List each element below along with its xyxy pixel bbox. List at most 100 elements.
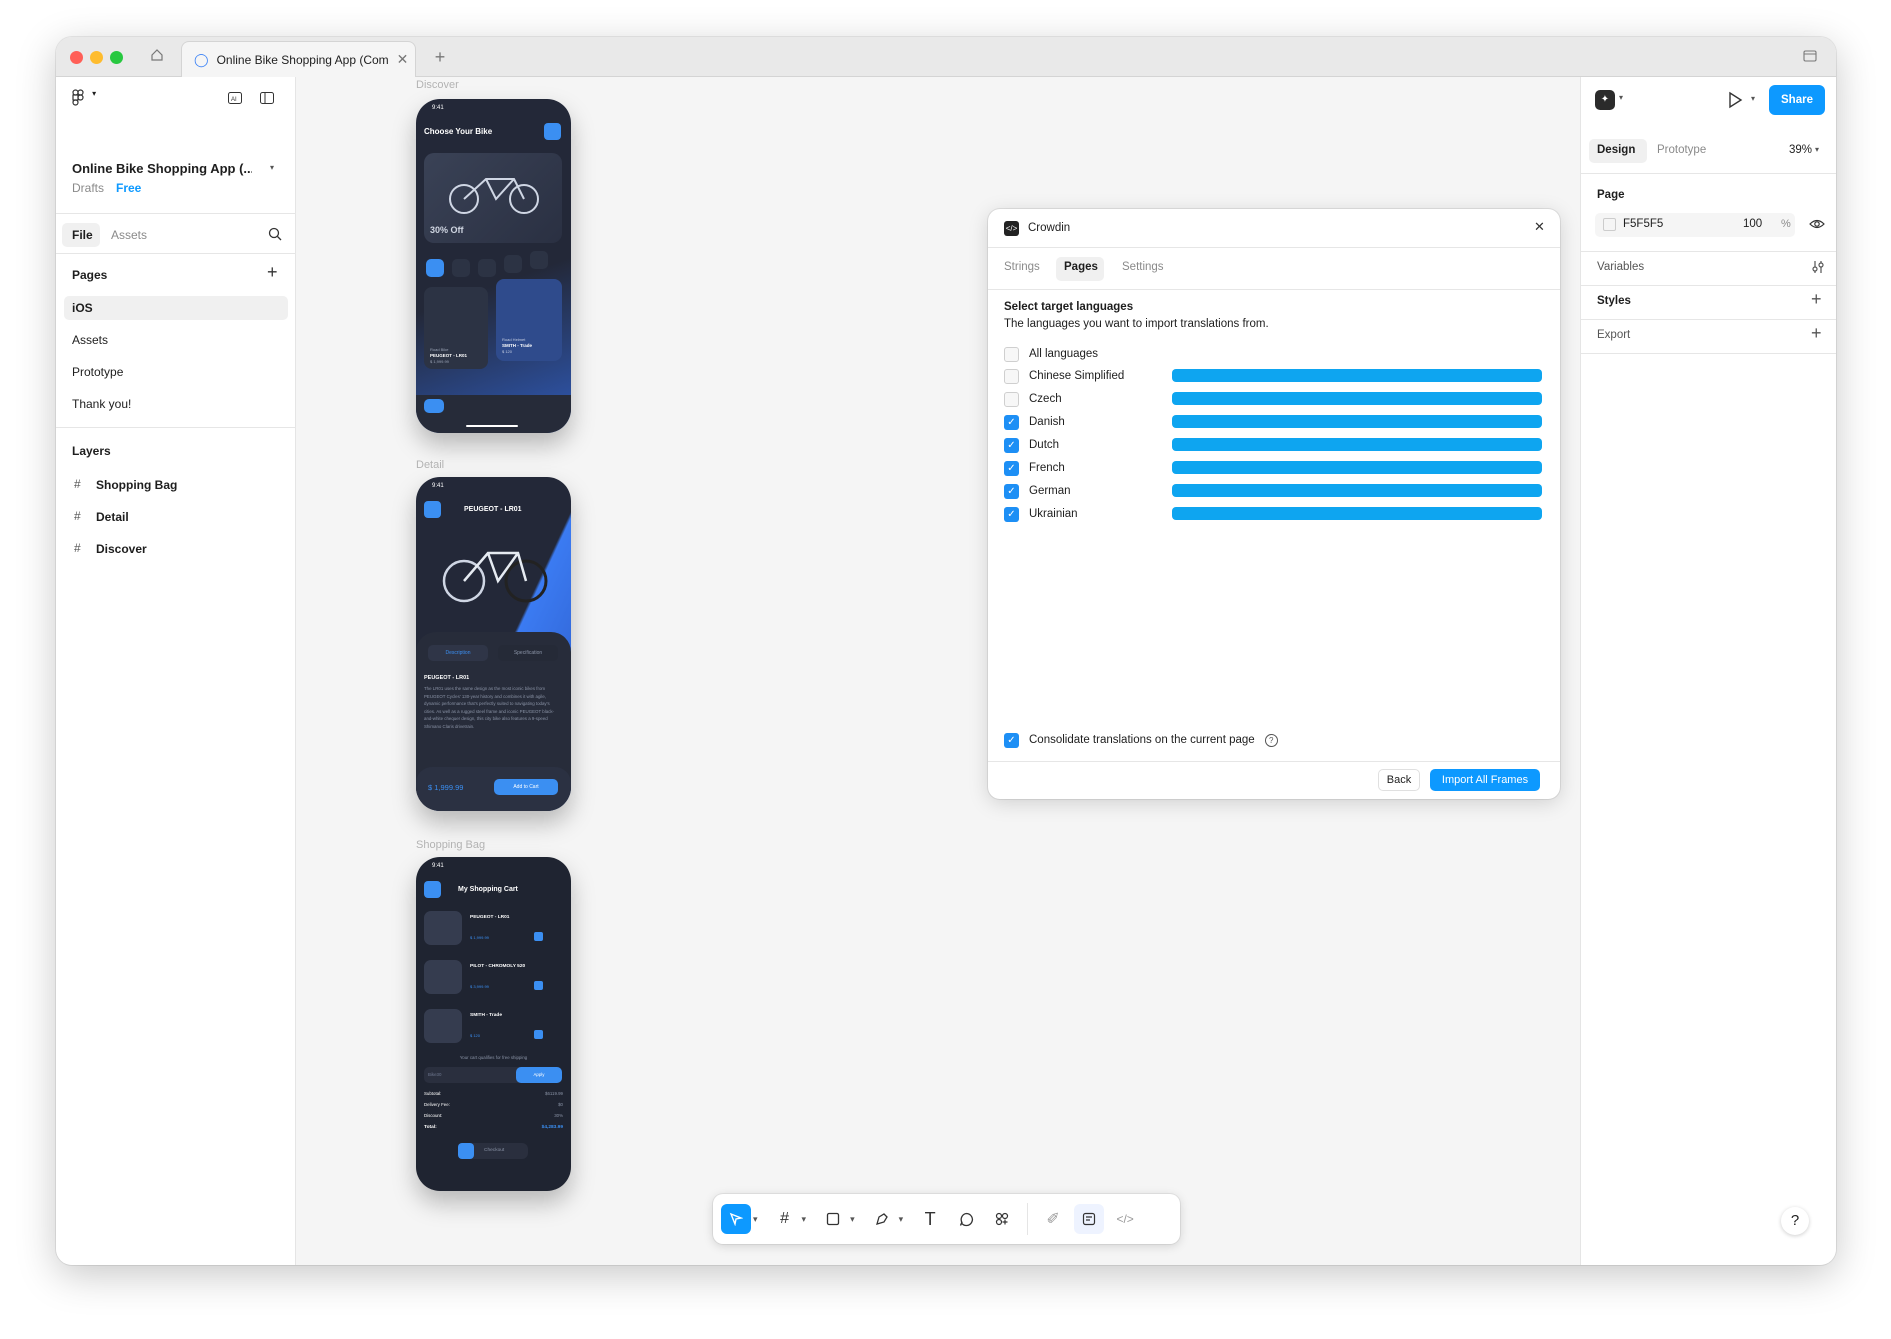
text-tool-icon[interactable]: T	[915, 1204, 945, 1234]
tab-assets[interactable]: Assets	[111, 228, 147, 242]
chevron-down-icon[interactable]: ▾	[1815, 145, 1819, 154]
design-mode-icon[interactable]	[1074, 1204, 1105, 1234]
layer-discover[interactable]: Discover	[96, 542, 147, 556]
tab-file[interactable]: File	[72, 228, 93, 242]
tab-design[interactable]: Design	[1597, 144, 1635, 156]
language-row[interactable]: ✓ German	[1004, 482, 1071, 500]
ai-icon[interactable]: AI	[228, 91, 242, 109]
cart-item-price: $ 1,999.99	[470, 935, 489, 940]
detail-price: $ 1,999.99	[428, 783, 464, 792]
zoom-level[interactable]: 39%	[1789, 144, 1812, 156]
language-row[interactable]: Chinese Simplified	[1004, 367, 1124, 385]
add-page-icon[interactable]: +	[267, 262, 278, 283]
chevron-down-icon[interactable]: ▾	[899, 1214, 904, 1225]
close-window-button[interactable]	[70, 51, 83, 64]
all-languages-row[interactable]: All languages	[1004, 345, 1098, 363]
move-tool-icon[interactable]	[721, 1204, 751, 1234]
avatar[interactable]: ✦	[1595, 90, 1615, 110]
present-play-icon[interactable]	[1727, 91, 1743, 114]
chevron-down-icon[interactable]: ▾	[1619, 93, 1623, 102]
frame-label-detail[interactable]: Detail	[416, 459, 444, 471]
actions-tool-icon[interactable]	[987, 1204, 1017, 1234]
layer-shopping-bag[interactable]: Shopping Bag	[96, 478, 177, 492]
page-item-ios[interactable]	[64, 296, 288, 320]
checkbox[interactable]	[1004, 346, 1019, 362]
language-checkbox[interactable]: ✓	[1004, 506, 1019, 522]
phone-shopping-bag[interactable]: 9:41 My Shopping Cart PEUGEOT - LR01 $ 1…	[416, 857, 571, 1191]
import-all-frames-button[interactable]: Import All Frames	[1430, 769, 1540, 791]
add-style-icon[interactable]: +	[1811, 289, 1822, 310]
layer-detail[interactable]: Detail	[96, 510, 129, 524]
drafts-label[interactable]: Drafts	[72, 181, 104, 195]
chevron-down-icon[interactable]: ▾	[270, 163, 274, 172]
phone-detail[interactable]: 9:41 PEUGEOT - LR01 Description Specific…	[416, 477, 571, 811]
cart-item-price: $ 120	[470, 1033, 481, 1038]
figma-menu-icon[interactable]: ▾	[72, 89, 96, 111]
frame-label-shopping-bag[interactable]: Shopping Bag	[416, 839, 485, 851]
phone-discover[interactable]: 9:41 Choose Your Bike 30% Off Road Bike …	[416, 99, 571, 433]
frame-label-discover[interactable]: Discover	[416, 79, 459, 91]
plan-badge[interactable]: Free	[116, 181, 141, 195]
chevron-down-icon[interactable]: ▾	[1751, 94, 1755, 103]
comment-tool-icon[interactable]	[951, 1204, 981, 1234]
minimize-window-button[interactable]	[90, 51, 103, 64]
language-checkbox[interactable]	[1004, 368, 1019, 384]
home-icon[interactable]	[148, 48, 166, 66]
draw-mode-icon[interactable]: ✐	[1038, 1204, 1068, 1234]
rectangle-tool-icon[interactable]	[818, 1204, 848, 1234]
language-row[interactable]: ✓ Ukrainian	[1004, 505, 1078, 523]
chevron-down-icon[interactable]: ▾	[850, 1214, 855, 1225]
tab-pages[interactable]: Pages	[1064, 261, 1098, 273]
language-checkbox[interactable]	[1004, 391, 1019, 407]
variables-label[interactable]: Variables	[1597, 261, 1644, 273]
page-item-assets[interactable]: Assets	[72, 333, 108, 347]
chevron-down-icon[interactable]: ▾	[802, 1214, 807, 1225]
language-row[interactable]: Czech	[1004, 390, 1062, 408]
search-icon[interactable]	[268, 227, 282, 246]
section-description: The languages you want to import transla…	[1004, 318, 1269, 330]
help-circle-icon[interactable]: ?	[1264, 733, 1278, 747]
add-export-icon[interactable]: +	[1811, 323, 1822, 344]
figma-community-icon: ◯	[194, 51, 209, 67]
file-tab[interactable]: ◯ Online Bike Shopping App (Community) ✕	[181, 41, 416, 77]
new-tab-icon[interactable]: +	[431, 48, 449, 66]
tab-settings[interactable]: Settings	[1122, 261, 1164, 273]
pen-tool-icon[interactable]	[867, 1204, 897, 1234]
maximize-window-button[interactable]	[110, 51, 123, 64]
bg-color-swatch[interactable]	[1603, 218, 1616, 231]
tab-prototype[interactable]: Prototype	[1657, 144, 1706, 156]
file-name[interactable]: Online Bike Shopping App (...	[72, 161, 252, 176]
page-item-thank-you[interactable]: Thank you!	[72, 397, 131, 411]
cart-item-name: PILOT - CHROMOLY 520	[470, 964, 526, 969]
tab-strings[interactable]: Strings	[1004, 261, 1040, 273]
layers-heading: Layers	[72, 444, 111, 458]
close-tab-icon[interactable]: ✕	[397, 51, 409, 68]
chevron-down-icon[interactable]: ▾	[753, 1214, 758, 1225]
back-button[interactable]: Back	[1378, 769, 1420, 791]
status-time: 9:41	[432, 863, 444, 869]
consolidate-row[interactable]: ✓ Consolidate translations on the curren…	[1004, 731, 1278, 749]
panel-layout-icon[interactable]	[260, 91, 274, 109]
page-item-prototype[interactable]: Prototype	[72, 365, 123, 379]
consolidate-checkbox[interactable]: ✓	[1004, 732, 1019, 748]
export-label: Export	[1597, 329, 1631, 341]
frame-tool-icon[interactable]: #	[770, 1204, 800, 1234]
right-panel: ✦ ▾ ▾ Share Design Prototype 39% ▾ Page …	[1580, 77, 1836, 1265]
language-checkbox[interactable]: ✓	[1004, 460, 1019, 476]
language-checkbox[interactable]: ✓	[1004, 414, 1019, 430]
variables-settings-icon[interactable]	[1811, 260, 1825, 279]
language-row[interactable]: ✓ Danish	[1004, 413, 1065, 431]
close-icon[interactable]: ✕	[1534, 219, 1545, 235]
detail-tab-specification: Specification	[498, 645, 558, 661]
eye-icon[interactable]	[1809, 217, 1825, 236]
share-button[interactable]: Share	[1769, 85, 1825, 115]
dev-mode-icon[interactable]: </>	[1110, 1204, 1140, 1234]
language-row[interactable]: ✓ Dutch	[1004, 436, 1059, 454]
bg-opacity-value[interactable]: 100	[1743, 218, 1762, 230]
help-button[interactable]: ?	[1781, 1207, 1809, 1235]
sidebar-toggle-icon[interactable]	[1801, 48, 1819, 66]
bg-hex-value[interactable]: F5F5F5	[1623, 218, 1663, 230]
language-row[interactable]: ✓ French	[1004, 459, 1065, 477]
language-checkbox[interactable]: ✓	[1004, 483, 1019, 499]
language-checkbox[interactable]: ✓	[1004, 437, 1019, 453]
